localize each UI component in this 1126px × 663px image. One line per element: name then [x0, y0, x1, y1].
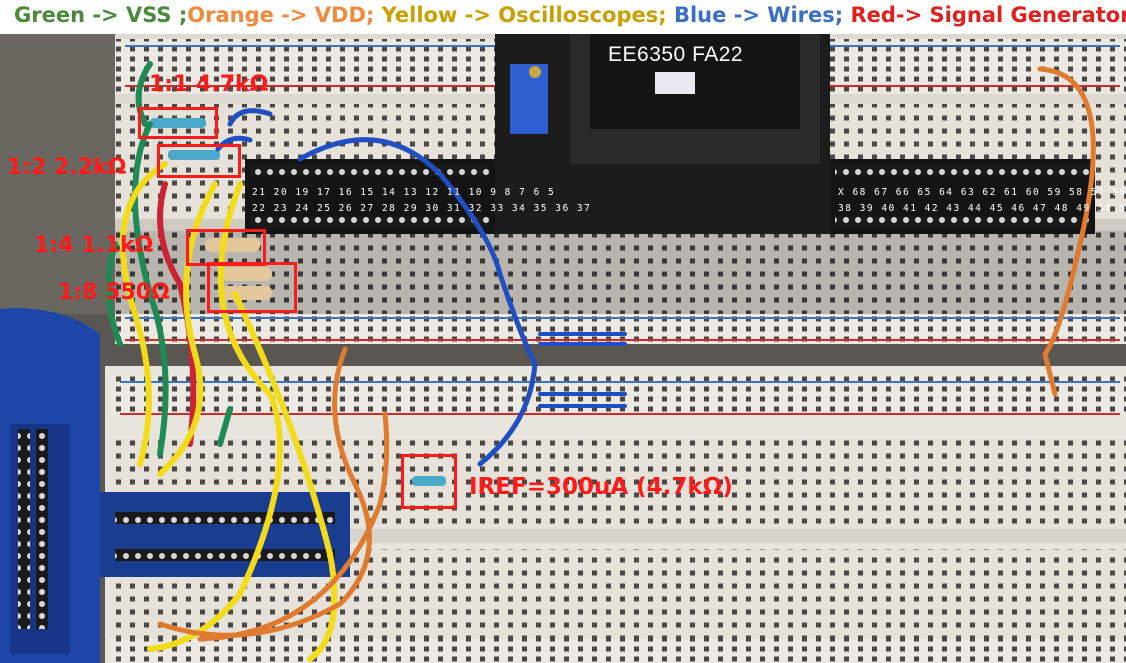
- highlight-box-r8: [207, 262, 297, 313]
- highlight-box-iref: [401, 454, 457, 509]
- annotation-iref: IREF=300uA (4.7kΩ): [469, 474, 733, 500]
- legend-orange: Orange -> VDD;: [187, 3, 382, 27]
- breadboard-photo: EE6350 FA22 21 20 19 17 16 15 14 13 12 1…: [0, 34, 1126, 663]
- header-breakout: [100, 492, 350, 577]
- legend-blue: Blue -> Wires;: [673, 3, 851, 27]
- header-pins-right-top: X 68 67 66 65 64 63 62 61 60 59 58 57 56…: [838, 187, 1126, 198]
- highlight-box-r4: [186, 229, 266, 266]
- header-pins-left-bottom: 22 23 24 25 26 27 28 29 30 31 32 33 34 3…: [252, 203, 592, 214]
- chip-label: EE6350 FA22: [608, 43, 744, 66]
- annotation-r4: 1:4 1.1kΩ: [34, 233, 154, 258]
- annotation-r1: 1:1 4.7kΩ: [149, 72, 269, 97]
- legend-green: Green -> VSS ;: [14, 3, 188, 27]
- legend-red: Red-> Signal Generator: [850, 3, 1126, 27]
- highlight-box-r2: [157, 144, 241, 178]
- color-legend: Green -> VSS ;Orange -> VDD; Yellow -> O…: [0, 0, 1126, 34]
- header-pins-left-top: 21 20 19 17 16 15 14 13 12 11 10 9 8 7 6…: [252, 187, 556, 198]
- header-pins-right-bottom: 38 39 40 41 42 43 44 45 46 47 48 49 50 5…: [838, 203, 1126, 214]
- annotation-r8: 1:8 550Ω: [58, 280, 170, 305]
- highlight-box-r1: [138, 107, 218, 139]
- annotation-r2: 1:2 2.2kΩ: [7, 155, 127, 180]
- legend-yellow: Yellow -> Oscilloscopes;: [381, 3, 674, 27]
- trim-potentiometer: [510, 64, 548, 134]
